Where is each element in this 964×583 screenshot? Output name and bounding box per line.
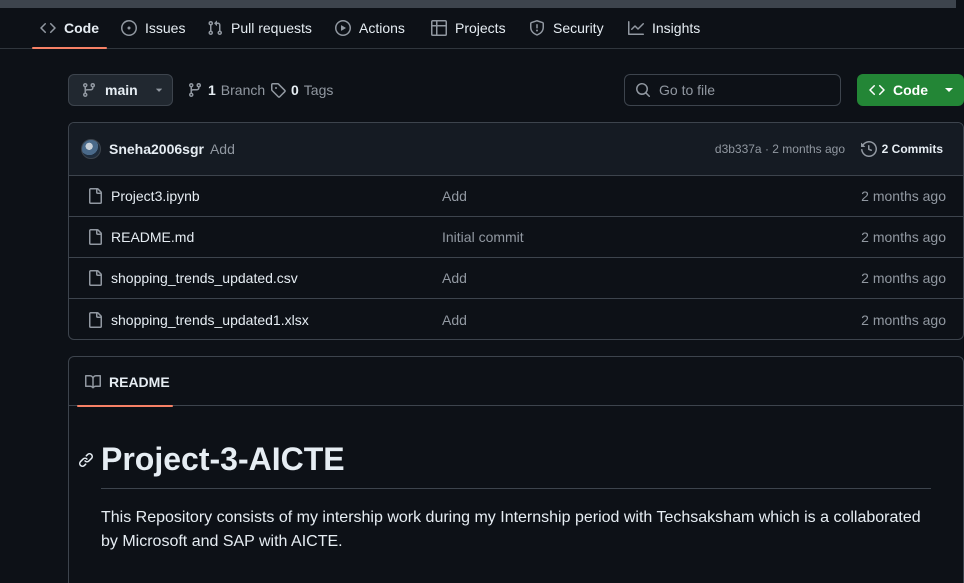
pull-request-icon — [207, 20, 223, 36]
git-branch-icon — [187, 82, 203, 98]
file-date: 2 months ago — [861, 270, 946, 286]
readme-panel: README Project-3-AICTE This Repository c… — [68, 356, 964, 583]
code-button-label: Code — [893, 82, 928, 98]
commit-hash-time[interactable]: d3b337a · 2 months ago — [715, 142, 845, 156]
tab-code-label: Code — [64, 20, 99, 36]
table-icon — [431, 20, 447, 36]
tags-count: 0 — [291, 82, 299, 98]
branches-count: 1 — [208, 82, 216, 98]
branches-label: Branch — [220, 82, 266, 98]
repo-tab-nav: Code Issues Pull requests Actions Projec… — [0, 8, 964, 49]
file-icon — [87, 311, 103, 328]
code-icon — [869, 82, 885, 98]
file-row[interactable]: Project3.ipynb Add 2 months ago — [69, 176, 963, 217]
go-to-file-input[interactable]: Go to file — [624, 74, 841, 106]
file-row[interactable]: README.md Initial commit 2 months ago — [69, 217, 963, 258]
tab-actions[interactable]: Actions — [327, 8, 413, 48]
readme-tab-label: README — [109, 373, 170, 390]
avatar[interactable] — [81, 139, 101, 159]
git-branch-icon — [81, 82, 97, 98]
file-commit-message[interactable]: Initial commit — [442, 229, 524, 245]
search-placeholder: Go to file — [659, 82, 716, 98]
triangle-down-icon — [154, 85, 164, 95]
latest-commit-bar: Sneha2006sgr Add d3b337a · 2 months ago … — [69, 123, 963, 176]
file-name[interactable]: shopping_trends_updated.csv — [111, 270, 298, 286]
readme-title: Project-3-AICTE — [101, 441, 345, 477]
top-strip-corner — [956, 0, 964, 8]
tab-projects[interactable]: Projects — [423, 8, 514, 48]
tags-label: Tags — [303, 82, 334, 98]
browser-top-strip — [0, 0, 964, 8]
branches-link[interactable]: 1 Branch — [187, 82, 265, 98]
file-date: 2 months ago — [861, 229, 946, 245]
tab-insights[interactable]: Insights — [620, 8, 708, 48]
graph-icon — [628, 20, 644, 36]
file-name[interactable]: Project3.ipynb — [111, 188, 200, 204]
divider — [101, 488, 931, 489]
history-icon — [860, 141, 877, 157]
file-commit-message[interactable]: Add — [442, 188, 467, 204]
commit-message[interactable]: Add — [210, 141, 235, 157]
file-date: 2 months ago — [861, 311, 946, 328]
file-icon — [87, 270, 103, 286]
code-icon — [40, 20, 56, 36]
readme-header: README — [69, 357, 963, 407]
file-date: 2 months ago — [861, 188, 946, 204]
file-commit-message[interactable]: Add — [442, 312, 467, 328]
tag-icon — [270, 82, 286, 98]
file-name[interactable]: README.md — [111, 229, 194, 245]
file-commit-message[interactable]: Add — [442, 270, 467, 286]
commits-count-label: 2 Commits — [881, 142, 943, 156]
tab-actions-label: Actions — [359, 20, 405, 36]
file-icon — [87, 188, 103, 204]
commit-author[interactable]: Sneha2006sgr — [109, 141, 204, 157]
readme-body: This Repository consists of my intership… — [101, 509, 921, 550]
file-browser: Sneha2006sgr Add d3b337a · 2 months ago … — [68, 122, 964, 340]
file-name[interactable]: shopping_trends_updated1.xlsx — [111, 312, 309, 328]
tab-projects-label: Projects — [455, 20, 506, 36]
book-icon — [85, 374, 101, 390]
tab-pull-requests-label: Pull requests — [231, 20, 312, 36]
branch-name: main — [105, 82, 138, 98]
search-icon — [635, 82, 651, 98]
tab-pull-requests[interactable]: Pull requests — [199, 8, 320, 48]
commits-link[interactable]: 2 Commits — [860, 141, 943, 157]
triangle-down-icon — [944, 85, 954, 95]
branch-select-button[interactable]: main — [68, 74, 173, 106]
tab-issues-label: Issues — [145, 20, 186, 36]
play-icon — [335, 20, 351, 36]
tab-insights-label: Insights — [652, 20, 701, 36]
tab-issues[interactable]: Issues — [113, 8, 193, 48]
link-icon[interactable] — [78, 452, 94, 468]
file-row[interactable]: shopping_trends_updated.csv Add 2 months… — [69, 258, 963, 299]
code-dropdown-button[interactable]: Code — [857, 74, 964, 106]
file-row[interactable]: shopping_trends_updated1.xlsx Add 2 mont… — [69, 299, 963, 339]
file-icon — [87, 229, 103, 245]
tab-code[interactable]: Code — [32, 8, 107, 49]
issue-icon — [121, 20, 137, 36]
tags-link[interactable]: 0 Tags — [270, 82, 333, 98]
tab-security-label: Security — [553, 20, 604, 36]
shield-icon — [529, 20, 545, 36]
tab-security[interactable]: Security — [521, 8, 612, 48]
tab-readme[interactable]: README — [77, 357, 173, 407]
